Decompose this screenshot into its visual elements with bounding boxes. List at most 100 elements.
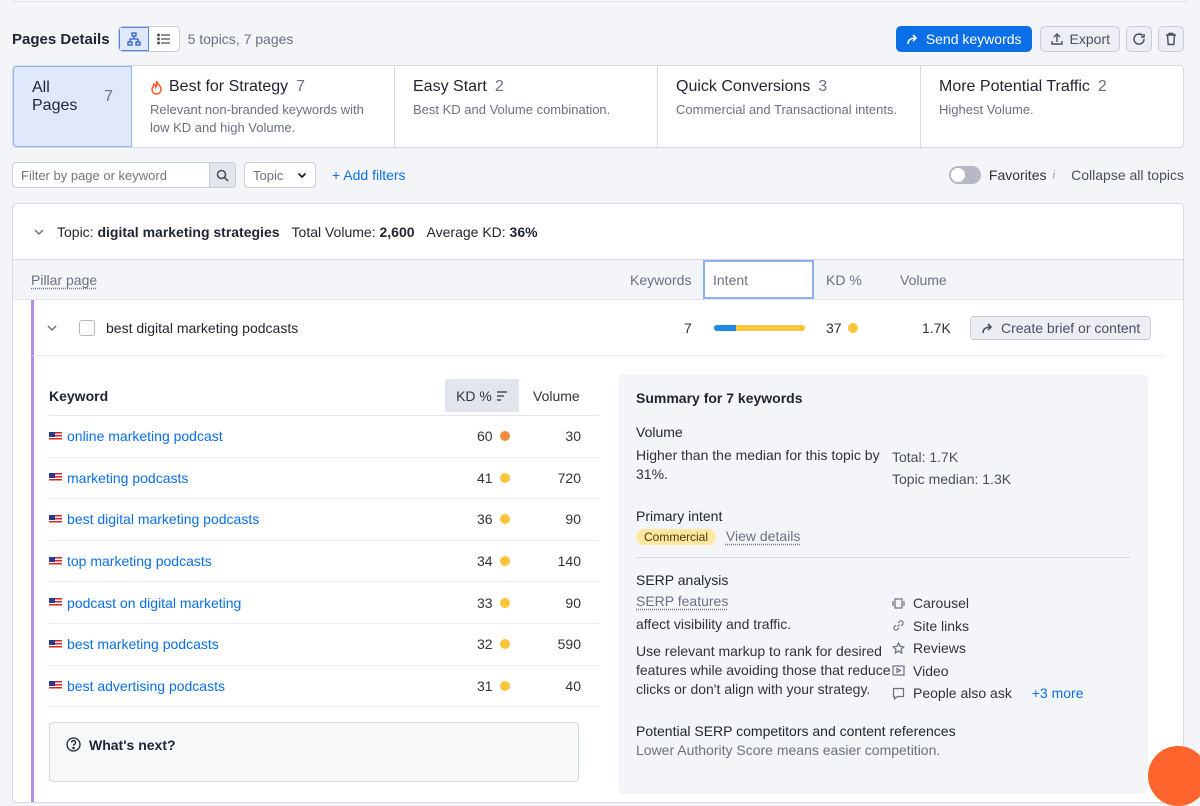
export-button[interactable]: Export [1039, 26, 1120, 52]
table-row: top marketing podcasts 34 140 [49, 541, 599, 583]
keyword-link[interactable]: online marketing podcast [67, 428, 223, 444]
search-icon [216, 169, 229, 182]
tab-more-potential-traffic[interactable]: More Potential Traffic 2 Highest Volume. [921, 66, 1183, 147]
serp-text-1: affect visibility and traffic. [636, 616, 792, 632]
list-icon [156, 33, 170, 45]
chat-fab-button[interactable] [1148, 746, 1200, 806]
tab-best-for-strategy[interactable]: Best for Strategy 7 Relevant non-branded … [132, 66, 395, 147]
sitemap-icon [126, 32, 141, 46]
kd-dot [499, 597, 510, 608]
divider [636, 557, 1130, 558]
table-row: podcast on digital marketing 33 90 [49, 582, 599, 624]
add-filters-link[interactable]: + Add filters [332, 167, 406, 183]
volume-label: Volume [636, 424, 683, 440]
intent-header[interactable]: Intent [713, 272, 748, 288]
keyword-volume: 90 [565, 511, 581, 528]
keyword-volume: 40 [565, 677, 581, 694]
tab-count: 7 [296, 78, 306, 95]
upload-icon [1050, 33, 1063, 45]
tab-title: Easy Start [413, 78, 487, 95]
send-keywords-label: Send keywords [925, 31, 1022, 47]
chevron-down-icon[interactable] [33, 226, 45, 238]
volume-section: Volume Higher than the median for this t… [636, 424, 1130, 490]
chevron-down-icon[interactable] [46, 322, 58, 334]
serp-label: SERP analysis [636, 572, 729, 588]
fire-icon [151, 80, 162, 95]
column-header: Pillar page Keywords Intent KD % Volume [13, 260, 1183, 300]
help-circle-icon [66, 737, 81, 752]
tab-description: Relevant non-branded keywords with low K… [150, 102, 364, 135]
delete-button[interactable] [1158, 26, 1184, 52]
topic-dropdown-label: Topic [253, 167, 284, 183]
keyword-col-header[interactable]: Keyword [49, 388, 108, 404]
topic-name: digital marketing strategies [97, 223, 280, 240]
keyword-kd: 60 [477, 428, 510, 444]
more-features-link[interactable]: +3 more [1032, 685, 1084, 701]
keyword-link[interactable]: marketing podcasts [67, 470, 188, 486]
keyword-kd-text: 34 [477, 553, 493, 570]
topic-header[interactable]: Topic: digital marketing strategies Tota… [13, 204, 1183, 260]
keyword-kd-text: 41 [477, 469, 493, 486]
list-view-button[interactable] [148, 27, 179, 51]
summary-title: Summary for 7 keywords [636, 390, 803, 406]
kd-header[interactable]: KD % [826, 272, 862, 288]
favorites-toggle[interactable] [948, 166, 981, 184]
collapse-all-topics-button[interactable]: Collapse all topics [1071, 167, 1184, 183]
kd-dot [499, 556, 510, 567]
search-button[interactable] [209, 163, 235, 187]
keyword-link[interactable]: top marketing podcasts [67, 553, 212, 569]
view-toggle [117, 26, 180, 52]
info-icon[interactable]: i [1052, 168, 1055, 182]
volume-header[interactable]: Volume [900, 272, 947, 288]
page-name[interactable]: best digital marketing podcasts [106, 320, 298, 336]
keyword-link[interactable]: best digital marketing podcasts [67, 511, 259, 527]
refresh-button[interactable] [1126, 26, 1152, 52]
us-flag-icon [49, 598, 62, 608]
serp-section: SERP analysis SERP features affect visib… [636, 572, 1130, 705]
sort-icon [496, 390, 507, 401]
tab-quick-conversions[interactable]: Quick Conversions 3 Commercial and Transa… [658, 66, 921, 147]
whats-next-title: What's next? [89, 737, 176, 753]
us-flag-icon [49, 639, 62, 649]
summary-card: Summary for 7 keywords Volume Higher tha… [618, 374, 1148, 794]
keyword-link[interactable]: best marketing podcasts [67, 636, 219, 652]
create-brief-button[interactable]: Create brief or content [970, 315, 1152, 340]
search-input[interactable] [13, 163, 209, 187]
topic-prefix: Topic: [57, 223, 94, 240]
page-checkbox[interactable] [79, 319, 95, 336]
keywords-header[interactable]: Keywords [630, 272, 691, 288]
total-volume-value: 2,600 [379, 223, 415, 240]
intent-badge: Commercial [636, 529, 717, 545]
pillar-page-row[interactable]: best digital marketing podcasts 7 37 1.7… [31, 300, 1165, 356]
share-arrow-icon [907, 34, 917, 45]
send-keywords-button[interactable]: Send keywords [895, 26, 1032, 52]
volume-col-header[interactable]: Volume [533, 388, 580, 404]
page-title: Pages Details [12, 30, 110, 48]
intent-bar-commercial [714, 324, 736, 331]
keyword-kd: 34 [477, 553, 510, 569]
keyword-link[interactable]: best advertising podcasts [67, 678, 225, 694]
tab-easy-start[interactable]: Easy Start 2 Best KD and Volume combinati… [395, 66, 658, 147]
filters-bar: Topic + Add filters Favorites i Collapse… [12, 162, 1184, 188]
category-tabs: All Pages 7 Best for Strategy 7 Relevant n… [12, 65, 1184, 148]
keyword-table: Keyword KD % Volume online marketing pod… [49, 376, 599, 708]
serp-feature: Reviews [892, 637, 1083, 660]
keyword-rows: online marketing podcast 60 30 marketing po… [49, 416, 599, 708]
star-icon [892, 641, 905, 654]
kd-col-header[interactable]: KD % [445, 379, 519, 412]
tab-all-pages[interactable]: All Pages 7 [13, 66, 132, 147]
view-details-link[interactable]: View details [726, 528, 800, 544]
chevron-down-icon [297, 172, 307, 179]
volume-total: Total: 1.7K [892, 449, 959, 465]
serp-features-link[interactable]: SERP features [636, 593, 728, 609]
kd-dot [847, 322, 858, 333]
pillar-page-header[interactable]: Pillar page [31, 272, 97, 288]
topic-dropdown[interactable]: Topic [244, 162, 316, 188]
search-box [12, 162, 236, 188]
kd-dot [499, 472, 510, 483]
tree-view-button[interactable] [118, 27, 149, 51]
keyword-link[interactable]: podcast on digital marketing [67, 595, 241, 611]
tab-title: Quick Conversions [676, 78, 811, 95]
kd-dot [499, 639, 510, 650]
keyword-kd-text: 31 [477, 677, 493, 694]
